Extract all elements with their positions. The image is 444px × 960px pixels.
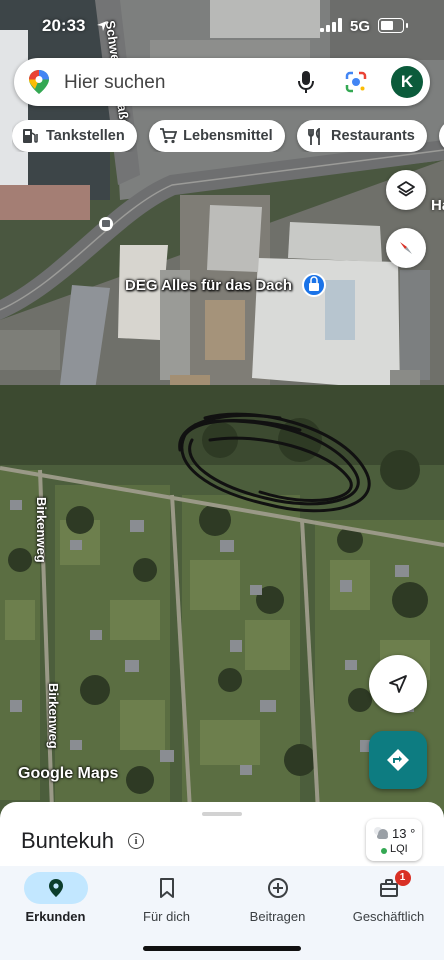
category-chips: Tankstellen Lebensmittel Restaurants (12, 120, 444, 152)
fork-knife-icon (308, 128, 320, 145)
chip-label: Lebensmittel (183, 128, 273, 144)
search-input[interactable] (62, 66, 286, 100)
nav-label: Erkunden (25, 909, 86, 924)
nav-icon-container (246, 872, 310, 904)
status-time: 20:33 (42, 16, 86, 35)
home-indicator[interactable] (143, 946, 301, 951)
avatar[interactable]: K (391, 66, 423, 98)
navigation-arrow-icon (389, 675, 407, 693)
nav-label: Beitragen (249, 909, 306, 924)
air-quality-dot (381, 848, 387, 854)
bottom-sheet[interactable]: Buntekuh i 13 ° LQI (0, 802, 444, 872)
status-bar: 20:33 5G (0, 0, 444, 52)
air-quality-label: LQI (390, 843, 408, 855)
network-type: 5G (350, 18, 371, 35)
bookmark-icon (159, 878, 174, 898)
location-arrow-icon (97, 21, 107, 31)
info-icon[interactable]: i (128, 833, 144, 849)
microphone-icon[interactable] (298, 70, 314, 94)
chip-restaurants[interactable]: Restaurants (297, 120, 427, 152)
my-location-button[interactable] (369, 655, 427, 713)
chip-label: Restaurants (331, 128, 415, 144)
google-maps-logo-icon (29, 70, 49, 94)
layers-button[interactable] (386, 170, 426, 210)
nav-geschaeftlich[interactable]: 1 Geschäftlich (333, 870, 444, 932)
compass-icon (400, 242, 412, 254)
chip-label: Tankstellen (46, 128, 125, 144)
partly-cloudy-icon (374, 827, 388, 839)
battery-icon (378, 18, 408, 33)
nav-erkunden[interactable]: Erkunden (0, 872, 111, 932)
street-label-birkenweg-1: Birkenweg (34, 497, 49, 563)
chip-lebensmittel[interactable]: Lebensmittel (149, 120, 285, 152)
directions-icon (387, 749, 409, 771)
nav-icon-container (23, 872, 88, 904)
nav-label: Geschäftlich (352, 909, 425, 924)
weather-widget[interactable]: 13 ° LQI (366, 819, 422, 861)
google-maps-attribution: Google Maps (18, 765, 119, 782)
nav-beitragen[interactable]: Beitragen (222, 872, 333, 932)
nav-icon-container: 1 (357, 870, 421, 904)
place-name: Buntekuh (21, 828, 114, 853)
nav-fuer-dich[interactable]: Für dich (111, 872, 222, 932)
chip-hotels[interactable] (439, 120, 444, 152)
layers-icon (397, 181, 415, 197)
sheet-drag-handle[interactable] (202, 812, 242, 816)
directions-button[interactable] (369, 731, 427, 789)
plus-circle-icon (267, 878, 288, 898)
nav-label: Für dich (143, 909, 190, 924)
notification-badge: 1 (394, 870, 411, 886)
location-pin-icon (48, 879, 63, 897)
compass-button[interactable] (386, 228, 426, 268)
temperature: 13 ° (392, 826, 416, 841)
business-label[interactable]: DEG Alles für das Dach (125, 277, 292, 294)
street-label-birkenweg-2: Birkenweg (46, 683, 61, 749)
search-bar[interactable]: K (14, 58, 430, 106)
nav-icon-container (135, 872, 199, 904)
shopping-cart-icon (160, 128, 178, 144)
map-edge-label: Ha (431, 197, 444, 214)
fuel-pump-icon (23, 129, 38, 143)
chip-tankstellen[interactable]: Tankstellen (12, 120, 137, 152)
google-lens-icon[interactable] (344, 70, 368, 94)
cellular-signal-icon (320, 18, 342, 32)
